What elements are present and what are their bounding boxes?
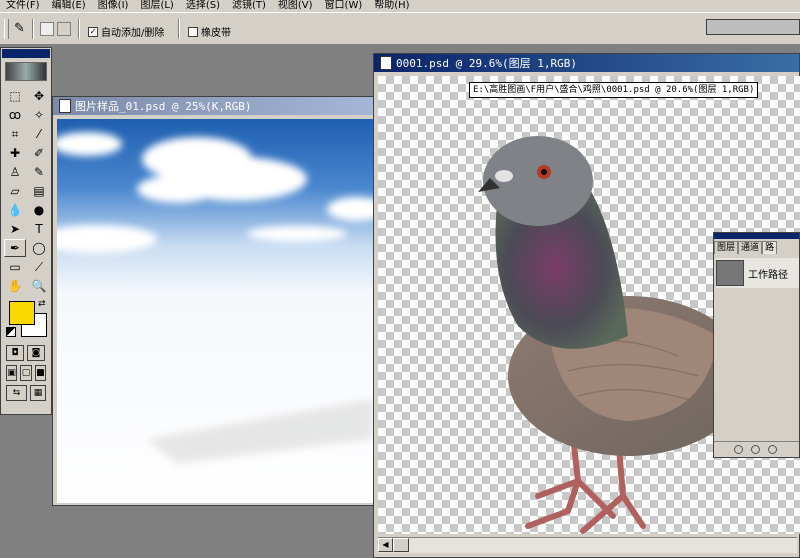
jump-to-buttons: ⇆ ▦ [1, 383, 51, 403]
path-selection-icon[interactable]: ➤ [4, 220, 26, 238]
path-item-label: 工作路径 [748, 269, 788, 281]
brush-icon[interactable]: ✐ [28, 144, 50, 162]
crop-icon[interactable]: ⌗ [4, 125, 26, 143]
quick-mask-icon[interactable]: ◙ [27, 345, 45, 361]
palette-title-bar[interactable] [714, 233, 799, 239]
hand-icon[interactable]: ✋ [4, 277, 26, 295]
foreground-color-swatch[interactable] [9, 301, 35, 325]
rubber-band-label: 橡皮带 [201, 28, 231, 39]
horizontal-scrollbar[interactable]: ◀ [378, 537, 797, 553]
paths-button[interactable] [57, 22, 71, 36]
screen-mode-buttons: ▣ ▢ ■ [1, 363, 51, 383]
checkbox-box[interactable] [188, 26, 198, 37]
sky-canvas[interactable] [57, 119, 373, 503]
blur-icon[interactable]: 💧 [4, 201, 26, 219]
fill-path-icon[interactable] [734, 445, 743, 454]
auto-add-delete-label: 自动添加/删除 [101, 28, 165, 39]
shape-layers-button[interactable] [40, 22, 54, 36]
type-icon[interactable]: T [28, 220, 50, 238]
full-screen-icon[interactable]: ■ [34, 365, 46, 381]
menu-help[interactable]: 帮助(H) [368, 0, 415, 12]
separator [78, 19, 80, 39]
document-window-sky: 图片样品_01.psd @ 25%(K,RGB) [52, 96, 376, 506]
menu-window[interactable]: 窗口(W) [319, 0, 369, 12]
standard-screen-icon[interactable]: ▣ [6, 365, 18, 381]
zoom-icon[interactable]: 🔍 [28, 277, 50, 295]
marquee-icon[interactable]: ⬚ [4, 87, 26, 105]
adobe-online-icon[interactable] [5, 62, 47, 81]
healing-brush-icon[interactable]: ✚ [4, 144, 26, 162]
load-selection-icon[interactable] [768, 445, 777, 454]
scroll-thumb[interactable] [393, 538, 409, 552]
imageready-icon[interactable]: ▦ [30, 385, 46, 401]
document-icon [59, 99, 71, 113]
toolbox: ⬚ ✥ ꝏ ✧ ⌗ ⁄ ✚ ✐ ♙ ✎ ▱ ▤ 💧 ● ➤ T ✒ ◯ ▭ ⟋ … [0, 47, 52, 415]
shape-icon[interactable]: ◯ [28, 239, 50, 257]
toolbox-title-bar[interactable] [2, 49, 50, 58]
eraser-icon[interactable]: ▱ [4, 182, 26, 200]
history-brush-icon[interactable]: ✎ [28, 163, 50, 181]
tool-grid: ⬚ ✥ ꝏ ✧ ⌗ ⁄ ✚ ✐ ♙ ✎ ▱ ▤ 💧 ● ➤ T ✒ ◯ ▭ ⟋ … [1, 87, 51, 295]
menu-filter[interactable]: 滤镜(T) [226, 0, 272, 12]
dodge-icon[interactable]: ● [28, 201, 50, 219]
pen-tool-icon[interactable]: ✎ [14, 21, 25, 36]
path-item[interactable]: 工作路径 [716, 258, 799, 288]
jump-to-imageready-icon[interactable]: ⇆ [6, 385, 28, 401]
palette-footer [714, 441, 799, 457]
mask-mode-buttons: ◘ ◙ [1, 343, 51, 363]
color-swatches: ⇄ [4, 299, 48, 339]
path-thumbnail [716, 260, 744, 286]
rubber-band-checkbox[interactable]: 橡皮带 [188, 24, 231, 39]
menu-bar: 文件(F) 编辑(E) 图像(I) 图层(L) 选择(S) 滤镜(T) 视图(V… [0, 0, 800, 12]
swap-colors-icon[interactable]: ⇄ [38, 299, 46, 309]
notes-icon[interactable]: ▭ [4, 258, 26, 276]
menu-select[interactable]: 选择(S) [180, 0, 226, 12]
eyedropper-icon[interactable]: ⟋ [28, 258, 50, 276]
tab-layers[interactable]: 图层 [714, 241, 739, 254]
palette-tabs: 图层 通道 路 [714, 241, 799, 254]
full-screen-menu-icon[interactable]: ▢ [20, 365, 32, 381]
document-title-bar[interactable]: 0001.psd @ 29.6%(图层 1,RGB) [374, 54, 799, 72]
sky-image [57, 119, 373, 503]
pen-icon[interactable]: ✒ [4, 239, 26, 257]
palette-well[interactable] [706, 19, 800, 35]
scroll-left-icon[interactable]: ◀ [378, 538, 393, 552]
menu-edit[interactable]: 编辑(E) [46, 0, 92, 12]
layers-palette: 图层 通道 路 工作路径 [713, 232, 800, 458]
tab-paths[interactable]: 路 [762, 241, 778, 254]
document-icon [380, 56, 392, 70]
options-bar-grip[interactable] [4, 19, 9, 39]
tab-channels[interactable]: 通道 [738, 241, 763, 254]
gradient-icon[interactable]: ▤ [28, 182, 50, 200]
separator [178, 19, 180, 39]
move-icon[interactable]: ✥ [28, 87, 50, 105]
auto-add-delete-checkbox[interactable]: ✓ 自动添加/删除 [88, 24, 164, 39]
magic-wand-icon[interactable]: ✧ [28, 106, 50, 124]
separator [32, 19, 34, 39]
menu-layer[interactable]: 图层(L) [134, 0, 179, 12]
menu-view[interactable]: 视图(V) [272, 0, 319, 12]
stroke-path-icon[interactable] [751, 445, 760, 454]
lasso-icon[interactable]: ꝏ [4, 106, 26, 124]
file-path-tooltip: E:\高胜图画\F用户\盛合\鸡照\0001.psd @ 20.6%(图层 1,… [469, 82, 759, 98]
default-colors-icon[interactable] [6, 327, 16, 337]
checkbox-box[interactable]: ✓ [88, 26, 98, 37]
clone-stamp-icon[interactable]: ♙ [4, 163, 26, 181]
standard-mode-icon[interactable]: ◘ [6, 345, 24, 361]
options-bar: ✎ ✓ 自动添加/删除 橡皮带 [0, 12, 800, 45]
document-title: 图片样品_01.psd @ 25%(K,RGB) [75, 100, 252, 113]
slice-icon[interactable]: ⁄ [28, 125, 50, 143]
document-title-bar[interactable]: 图片样品_01.psd @ 25%(K,RGB) [53, 97, 375, 115]
menu-image[interactable]: 图像(I) [92, 0, 135, 12]
menu-file[interactable]: 文件(F) [0, 0, 46, 12]
document-title: 0001.psd @ 29.6%(图层 1,RGB) [396, 57, 577, 70]
